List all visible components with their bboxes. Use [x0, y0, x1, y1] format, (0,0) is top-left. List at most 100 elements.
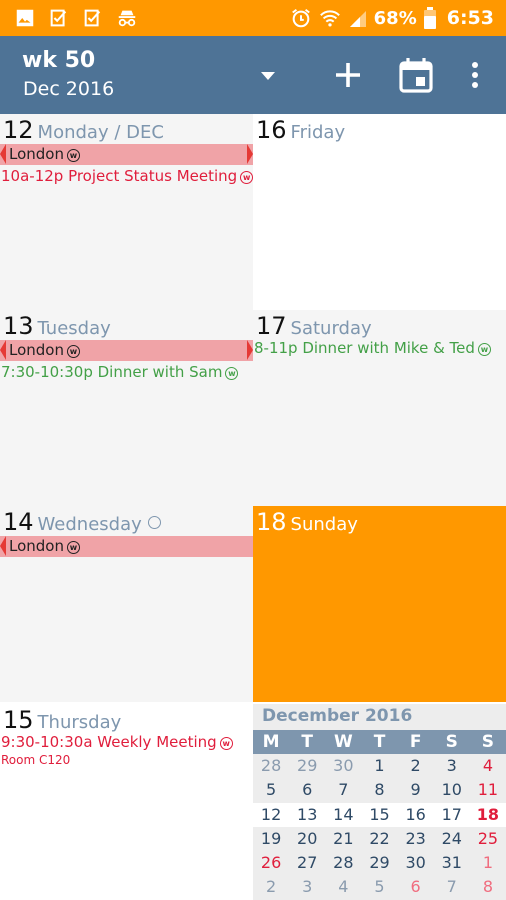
week-number[interactable]: wk 50: [22, 48, 95, 73]
all-day-event-london[interactable]: London w: [0, 536, 253, 557]
event-weekly-meeting[interactable]: 9:30-10:30a Weekly Meeting w: [1, 733, 233, 751]
date-cell[interactable]: 9: [398, 778, 434, 802]
date-cell[interactable]: 31: [434, 851, 470, 875]
day-number: 14: [3, 508, 34, 536]
event-title: 8-11p Dinner with Mike & Ted: [254, 339, 475, 357]
date-cell[interactable]: 17: [434, 803, 470, 827]
day-name: Thursday: [37, 712, 122, 733]
date-cell[interactable]: 26: [253, 851, 289, 875]
date-cell[interactable]: 28: [325, 851, 361, 875]
event-dinner-with-mike-and-ted[interactable]: 8-11p Dinner with Mike & Ted w: [254, 339, 491, 357]
task-check-icon: [84, 9, 101, 27]
weather-icon: w: [66, 345, 80, 358]
date-cell[interactable]: 8: [470, 875, 506, 899]
overflow-menu-button[interactable]: [455, 55, 495, 95]
date-cell[interactable]: 30: [325, 754, 361, 778]
task-check-icon: [50, 9, 67, 27]
alarm-icon: [291, 8, 310, 28]
day-name: Friday: [290, 122, 346, 143]
date-cell[interactable]: 15: [361, 803, 397, 827]
event-title: 10a-12p Project Status Meeting: [1, 167, 238, 185]
event-location: Room C120: [1, 753, 71, 767]
date-cell[interactable]: 16: [398, 803, 434, 827]
date-cell[interactable]: 6: [398, 875, 434, 899]
calendar-today-icon: [399, 58, 433, 93]
date-cell[interactable]: 29: [289, 754, 325, 778]
weather-icon: w: [66, 541, 80, 554]
day-header: 15 Thursday: [3, 706, 121, 734]
day-name: Wednesday: [37, 514, 142, 535]
date-cell[interactable]: 14: [325, 803, 361, 827]
date-cell[interactable]: 4: [470, 754, 506, 778]
mini-month-grid: 28 29 30 1 2 3 4 5 6 7 8 9 10 11 12 13 1…: [253, 754, 506, 900]
date-cell[interactable]: 30: [398, 851, 434, 875]
continues-left-marker: [0, 144, 6, 164]
weekday-label: S: [481, 732, 495, 752]
date-cell[interactable]: 3: [289, 875, 325, 899]
gallery-icon: [16, 9, 34, 27]
day-cell-friday[interactable]: 16 Friday: [253, 114, 506, 310]
all-day-event-london[interactable]: London w: [0, 340, 253, 361]
day-cell-monday[interactable]: 12 Monday / DEC London w 10a-12p Project S…: [0, 114, 253, 310]
date-cell[interactable]: 2: [253, 875, 289, 899]
date-cell[interactable]: 5: [253, 778, 289, 802]
date-cell[interactable]: 10: [434, 778, 470, 802]
week-row: 26 27 28 29 30 31 1: [253, 851, 506, 875]
date-cell[interactable]: 19: [253, 827, 289, 851]
day-cell-thursday[interactable]: 15 Thursday 9:30-10:30a Weekly Meeting w R…: [0, 704, 253, 900]
date-cell[interactable]: 23: [398, 827, 434, 851]
weekday-label: W: [333, 732, 353, 752]
day-name: Tuesday: [37, 318, 111, 339]
day-number: 17: [256, 312, 287, 340]
go-to-today-button[interactable]: [396, 55, 436, 95]
date-cell[interactable]: 12: [253, 803, 289, 827]
weather-icon: w: [477, 343, 491, 356]
date-cell[interactable]: 13: [289, 803, 325, 827]
date-cell[interactable]: 8: [361, 778, 397, 802]
weather-icon: w: [240, 171, 253, 184]
date-cell[interactable]: 20: [289, 827, 325, 851]
date-cell[interactable]: 27: [289, 851, 325, 875]
date-cell[interactable]: 1: [361, 754, 397, 778]
mini-month-calendar[interactable]: December 2016 M T W T F S S 28 29 30 1 2…: [253, 704, 506, 900]
date-cell[interactable]: 25: [470, 827, 506, 851]
dropdown-icon[interactable]: [257, 67, 279, 83]
date-cell[interactable]: 29: [361, 851, 397, 875]
date-cell[interactable]: 6: [289, 778, 325, 802]
all-day-event-title: London: [9, 145, 64, 163]
date-cell[interactable]: 3: [434, 754, 470, 778]
day-cell-sunday-today[interactable]: 18 Sunday: [253, 506, 506, 702]
more-vert-icon: [472, 62, 478, 88]
status-bar: 68% 6:53: [0, 0, 506, 36]
day-name: Sunday: [290, 514, 358, 535]
day-cell-wednesday[interactable]: 14 Wednesday London w: [0, 506, 253, 702]
date-cell-today[interactable]: 18: [470, 803, 506, 827]
all-day-event-london[interactable]: London w: [0, 144, 253, 165]
date-cell[interactable]: 11: [470, 778, 506, 802]
date-cell[interactable]: 7: [434, 875, 470, 899]
month-year[interactable]: Dec 2016: [23, 78, 114, 100]
date-cell[interactable]: 22: [361, 827, 397, 851]
weekday-label: T: [301, 732, 314, 752]
day-header: 18 Sunday: [256, 508, 358, 536]
event-project-status-meeting[interactable]: 10a-12p Project Status Meeting w: [1, 167, 253, 185]
day-name: Monday / DEC: [37, 122, 164, 143]
date-cell[interactable]: 4: [325, 875, 361, 899]
day-number: 13: [3, 312, 34, 340]
date-cell[interactable]: 2: [398, 754, 434, 778]
event-dinner-with-sam[interactable]: 7:30-10:30p Dinner with Sam w: [1, 363, 239, 381]
day-number: 15: [3, 706, 34, 734]
date-cell[interactable]: 5: [361, 875, 397, 899]
mini-month-title: December 2016: [262, 706, 413, 726]
date-cell[interactable]: 7: [325, 778, 361, 802]
week-row: 2 3 4 5 6 7 8: [253, 875, 506, 899]
date-cell[interactable]: 28: [253, 754, 289, 778]
add-event-button[interactable]: [328, 55, 368, 95]
date-cell[interactable]: 1: [470, 851, 506, 875]
date-cell[interactable]: 21: [325, 827, 361, 851]
weather-icon: w: [66, 149, 80, 162]
day-cell-saturday[interactable]: 17 Saturday 8-11p Dinner with Mike & Ted w: [253, 310, 506, 506]
date-cell[interactable]: 24: [434, 827, 470, 851]
battery-percent: 68%: [373, 7, 417, 29]
day-cell-tuesday[interactable]: 13 Tuesday London w 7:30-10:30p Dinner wit…: [0, 310, 253, 506]
